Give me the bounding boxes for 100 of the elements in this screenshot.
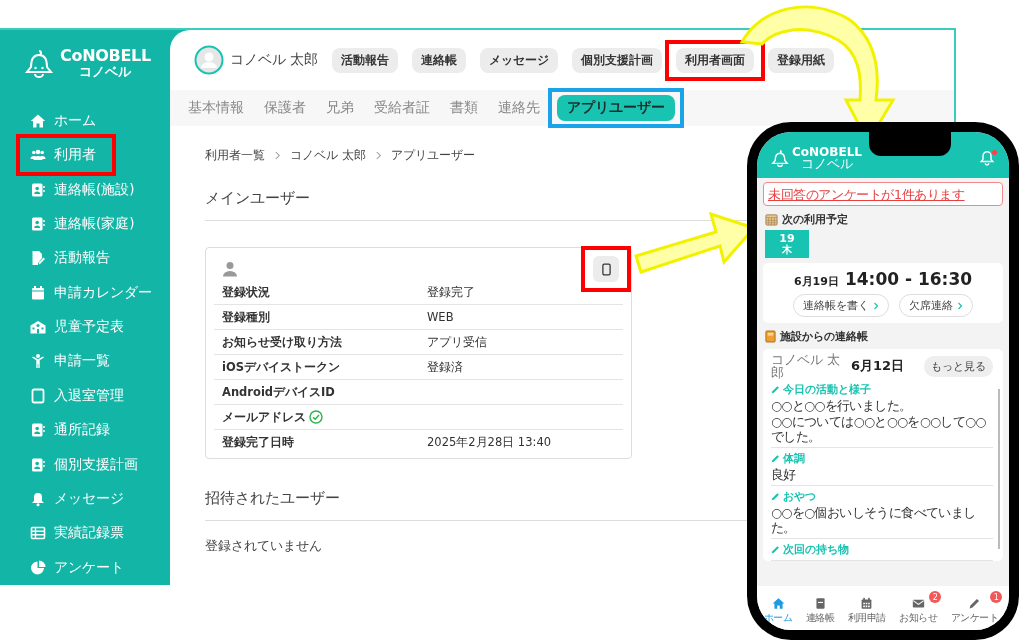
tab[interactable]: アプリユーザー (557, 95, 675, 121)
section-title: 次の利用予定 (782, 212, 848, 227)
action-button[interactable]: 欠席連絡 (899, 294, 973, 317)
entry-text: ○○と○○を行いました。 (771, 398, 913, 414)
contact-card-icon (30, 456, 46, 473)
alert-link[interactable]: 未回答のアンケートが1件あります (768, 187, 965, 202)
section-title: 施設からの連絡帳 (780, 329, 868, 344)
pencil-icon (771, 545, 780, 555)
calendar-icon (765, 213, 778, 226)
tab[interactable]: 連絡先 (498, 96, 540, 120)
count-badge: 1 (990, 591, 1003, 603)
nav-tab[interactable]: 連絡帳 (805, 591, 839, 625)
entry-text: ○○を○個おいしそうに食べていました。 (771, 505, 977, 536)
nav-tab[interactable]: 利用申請 (847, 591, 890, 625)
notebook-date: 6月12日 (851, 357, 905, 376)
person-icon (30, 353, 46, 370)
logo-text: CoNOBELL (792, 145, 862, 158)
contact-card-icon (30, 181, 46, 198)
entry-title: 次回の持ち物 (783, 542, 849, 558)
nav-tab[interactable]: アンケート 1 (950, 591, 1003, 625)
sidebar-item[interactable]: 活動報告 (30, 241, 170, 276)
entry-title: 体調 (783, 451, 805, 467)
check-circle-icon (309, 410, 323, 424)
field-label: 登録種別 (222, 309, 270, 325)
date-chip[interactable]: 19 木 (765, 230, 809, 258)
calendar-icon (30, 284, 46, 301)
nav-tab[interactable]: お知らせ 2 (899, 591, 942, 625)
contact-card-icon (30, 422, 46, 439)
breadcrumb-link[interactable]: 利用者一覧 (205, 148, 265, 163)
schedule-time: 14:00 - 16:30 (844, 269, 973, 289)
header-button[interactable]: 個別支援計画 (572, 47, 663, 73)
sidebar-item[interactable]: アンケート (30, 550, 170, 585)
sidebar-item[interactable]: メッセージ (30, 481, 170, 517)
field-label: お知らせ受け取り方法 (222, 334, 342, 350)
home-icon (771, 597, 785, 610)
field-label: 登録完了日時 (222, 434, 294, 450)
schedule-date: 6月19日 (793, 274, 839, 289)
field-value: 登録済 (427, 359, 463, 375)
table-icon (30, 525, 46, 542)
avatar-icon (194, 45, 224, 75)
empty-message: 登録されていません (205, 537, 322, 555)
envelope-icon (911, 597, 925, 610)
tab[interactable]: 兄弟 (326, 96, 354, 120)
building-icon (30, 319, 46, 336)
notification-button[interactable] (979, 150, 995, 166)
sidebar-item[interactable]: 個別支援計画 (30, 447, 170, 482)
header-button[interactable]: 活動報告 (332, 47, 399, 73)
logo-icon (24, 47, 54, 78)
child-name: コノベル 太郎 (771, 353, 841, 380)
tab[interactable]: 受給者証 (374, 96, 430, 120)
sidebar-item[interactable]: 実績記録票 (30, 516, 170, 551)
person-icon (222, 261, 238, 277)
pencil-icon (771, 492, 780, 502)
device-button[interactable] (593, 256, 619, 282)
contact-card-icon (30, 215, 46, 232)
tab[interactable]: 書類 (450, 96, 478, 120)
field-label: 登録状況 (222, 284, 270, 300)
sidebar-item[interactable]: 申請カレンダー (30, 275, 170, 310)
count-badge: 2 (929, 591, 942, 603)
field-value: WEB (427, 310, 454, 324)
document-pen-icon (30, 250, 46, 267)
sidebar-item[interactable]: 連絡帳(家庭) (30, 206, 170, 242)
sidebar-item[interactable]: 入退室管理 (30, 378, 170, 414)
calendar-icon (860, 597, 874, 610)
field-label: メールアドレス (222, 409, 306, 425)
more-button[interactable]: もっと見る (924, 355, 993, 377)
smartphone-icon (601, 262, 611, 276)
sidebar-item[interactable]: ホーム (30, 103, 170, 139)
logo-icon (771, 149, 789, 167)
logo-text: CoNOBELL (60, 47, 151, 65)
tablet-icon (30, 387, 46, 404)
breadcrumb-link[interactable]: アプリユーザー (390, 148, 475, 163)
pie-chart-icon (30, 559, 46, 576)
action-button[interactable]: 連絡帳を書く (793, 294, 889, 317)
field-value: アプリ受信 (427, 334, 487, 350)
chevron-right-icon (374, 151, 382, 160)
field-label: AndroidデバイスID (222, 384, 335, 400)
entry-title: 今日の活動と様子 (783, 382, 871, 398)
chevron-right-icon (957, 301, 963, 310)
sidebar-item[interactable]: 通所記録 (30, 413, 170, 448)
entry-text: 良好 (771, 467, 797, 483)
tab[interactable]: 保護者 (264, 96, 306, 120)
entry-text: ○○については○○と○○を○○して○○でした。 (771, 414, 987, 445)
user-name: コノベル 太郎 (230, 51, 319, 69)
sidebar-item[interactable]: 連絡帳(施設) (30, 172, 170, 207)
entry-title: おやつ (783, 489, 816, 505)
tab[interactable]: 基本情報 (188, 96, 244, 120)
bell-icon (979, 150, 995, 166)
sidebar-item[interactable]: 児童予定表 (30, 309, 170, 345)
chevron-right-icon (873, 301, 879, 310)
header-button[interactable]: 登録用紙 (768, 47, 835, 73)
sidebar-item[interactable]: 申請一覧 (30, 344, 170, 379)
header-button[interactable]: メッセージ (480, 47, 559, 73)
header-button[interactable]: 利用者画面 (676, 47, 755, 73)
chevron-right-icon (274, 151, 281, 160)
sidebar-item[interactable]: 利用者 (30, 138, 96, 173)
breadcrumb-link[interactable]: コノベル 太郎 (290, 148, 366, 163)
field-value: 2025年2月28日 13:40 (427, 434, 551, 450)
header-button[interactable]: 連絡帳 (412, 47, 467, 73)
pencil-icon (771, 385, 780, 395)
